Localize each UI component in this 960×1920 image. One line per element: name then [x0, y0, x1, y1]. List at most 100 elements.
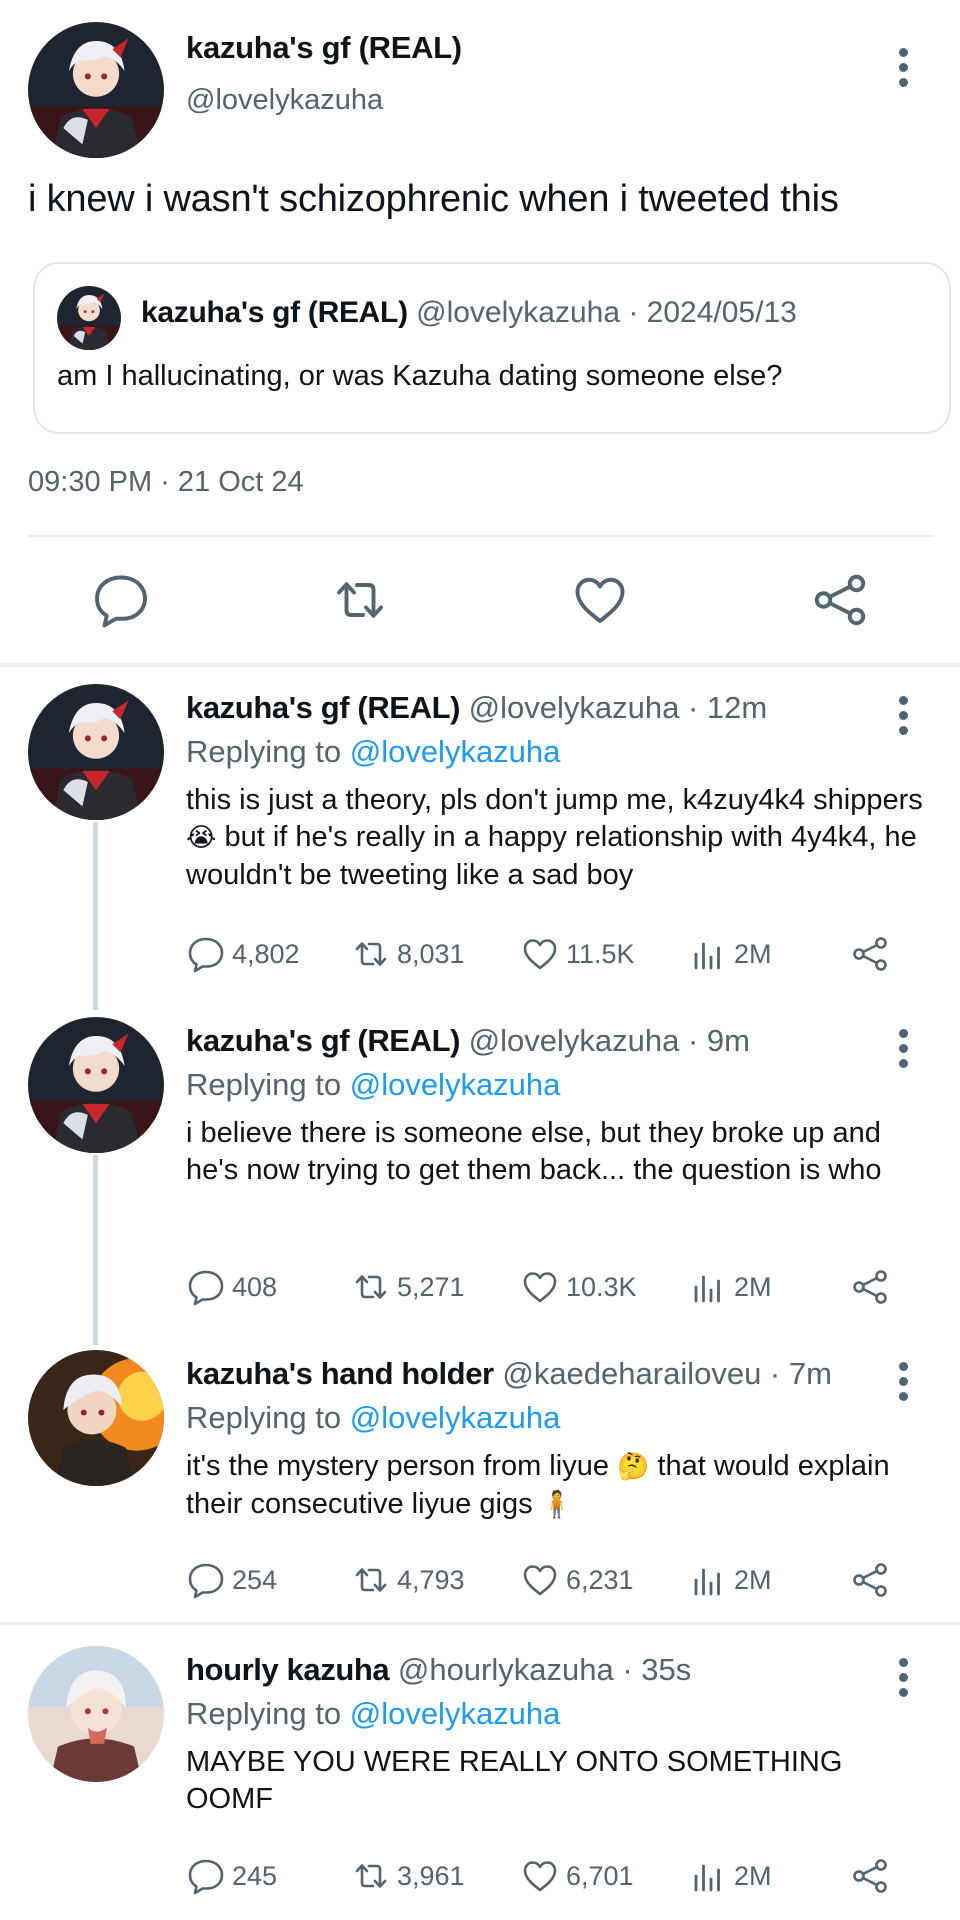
like-icon[interactable]: [570, 570, 630, 630]
reply-text: this is just a theory, pls don't jump me…: [186, 782, 926, 894]
more-options-icon[interactable]: [896, 1029, 910, 1068]
reply-count-button[interactable]: 245: [186, 1854, 277, 1898]
author-name[interactable]: kazuha's gf (REAL): [186, 30, 462, 66]
replying-to: Replying to @lovelykazuha: [186, 1696, 560, 1732]
replying-to: Replying to @lovelykazuha: [186, 1067, 560, 1103]
quoted-tweet[interactable]: kazuha's gf (REAL) @lovelykazuha · 2024/…: [33, 262, 951, 434]
views-icon: [688, 1856, 728, 1896]
retweet-count-button[interactable]: 8,031: [351, 932, 465, 976]
views-count-button[interactable]: 2M: [688, 1265, 772, 1309]
share-icon: [850, 1267, 890, 1307]
standing-person-emoji: 🧍: [540, 1490, 574, 1520]
avatar[interactable]: [28, 22, 164, 158]
avatar[interactable]: [28, 1017, 164, 1153]
reply-text: i believe there is someone else, but the…: [186, 1117, 882, 1186]
author-name[interactable]: kazuha's gf (REAL): [186, 690, 460, 725]
divider: [28, 535, 934, 537]
avatar[interactable]: [28, 1350, 164, 1486]
mention-link[interactable]: @lovelykazuha: [350, 734, 561, 769]
views-count-button[interactable]: 2M: [688, 1558, 772, 1602]
retweet-count-button[interactable]: 5,271: [351, 1265, 465, 1309]
reply-header: hourly kazuha @hourlykazuha · 35s: [186, 1652, 691, 1688]
avatar-image: [28, 22, 164, 158]
retweet-icon[interactable]: [330, 570, 390, 630]
retweet-icon: [351, 934, 391, 974]
reply-count-button[interactable]: 408: [186, 1265, 277, 1309]
reply-count-button[interactable]: 254: [186, 1558, 277, 1602]
reply-count: 245: [232, 1860, 278, 1891]
reply-text-part: it's the mystery person from liyue: [186, 1450, 609, 1482]
share-button[interactable]: [850, 1558, 890, 1602]
reply-header: kazuha's hand holder @kaedeharailoveu · …: [186, 1356, 832, 1392]
quoted-header: kazuha's gf (REAL) @lovelykazuha · 2024/…: [141, 296, 797, 330]
reply-tweet[interactable]: hourly kazuha @hourlykazuha · 35s Replyi…: [0, 1634, 960, 1920]
reply-icon: [186, 1267, 226, 1307]
more-options-icon[interactable]: [896, 1362, 910, 1401]
section-divider: [0, 663, 960, 667]
like-icon: [520, 1856, 560, 1896]
replying-prefix: Replying to: [186, 734, 350, 769]
reply-icon[interactable]: [91, 570, 151, 630]
crying-emoji: 😭: [186, 823, 217, 853]
avatar[interactable]: [28, 684, 164, 820]
reply-icon: [186, 934, 226, 974]
replying-prefix: Replying to: [186, 1067, 350, 1102]
reply-icon: [186, 1560, 226, 1600]
views-count: 2M: [734, 1860, 772, 1891]
author-name[interactable]: kazuha's gf (REAL): [186, 1023, 460, 1058]
tweet-timestamp[interactable]: 09:30 PM · 21 Oct 24: [28, 466, 304, 499]
author-name[interactable]: kazuha's hand holder: [186, 1356, 494, 1391]
share-icon[interactable]: [810, 570, 870, 630]
reply-header: kazuha's gf (REAL) @lovelykazuha · 12m: [186, 690, 767, 726]
like-count-button[interactable]: 6,231: [520, 1558, 634, 1602]
views-icon: [688, 1267, 728, 1307]
reply-tweet[interactable]: kazuha's hand holder @kaedeharailoveu · …: [0, 1338, 960, 1618]
reply-count-button[interactable]: 4,802: [186, 932, 300, 976]
avatar[interactable]: [28, 1646, 164, 1782]
views-count-button[interactable]: 2M: [688, 1854, 772, 1898]
like-count-button[interactable]: 11.5K: [520, 932, 635, 976]
more-options-icon[interactable]: [896, 1658, 910, 1697]
like-count-button[interactable]: 6,701: [520, 1854, 634, 1898]
like-icon: [520, 934, 560, 974]
main-tweet: kazuha's gf (REAL) @lovelykazuha i knew …: [0, 0, 960, 665]
retweet-count-button[interactable]: 3,961: [351, 1854, 465, 1898]
like-count: 6,701: [566, 1860, 634, 1891]
reply-text: it's the mystery person from liyue 🤔 tha…: [186, 1448, 926, 1524]
views-count-button[interactable]: 2M: [688, 932, 772, 976]
quoted-meta: @lovelykazuha · 2024/05/13: [416, 296, 797, 329]
retweet-count: 3,961: [397, 1860, 465, 1891]
share-button[interactable]: [850, 932, 890, 976]
retweet-count: 4,793: [397, 1564, 465, 1595]
retweet-count-button[interactable]: 4,793: [351, 1558, 465, 1602]
share-button[interactable]: [850, 1854, 890, 1898]
mention-link[interactable]: @lovelykazuha: [350, 1696, 561, 1731]
author-meta: @hourlykazuha · 35s: [397, 1652, 692, 1687]
author-name[interactable]: hourly kazuha: [186, 1652, 390, 1687]
share-icon: [850, 1560, 890, 1600]
like-icon: [520, 1560, 560, 1600]
reply-count: 408: [232, 1271, 278, 1302]
reply-tweet[interactable]: kazuha's gf (REAL) @lovelykazuha · 9m Re…: [0, 1005, 960, 1325]
share-button[interactable]: [850, 1265, 890, 1309]
more-options-icon[interactable]: [896, 696, 910, 735]
views-count: 2M: [734, 1271, 772, 1302]
author-meta: @lovelykazuha · 9m: [468, 1023, 750, 1058]
quoted-text: am I hallucinating, or was Kazuha dating…: [57, 360, 783, 392]
like-count-button[interactable]: 10.3K: [520, 1265, 637, 1309]
mention-link[interactable]: @lovelykazuha: [350, 1067, 561, 1102]
author-meta: @kaedeharailoveu · 7m: [502, 1356, 832, 1391]
views-icon: [688, 1560, 728, 1600]
replying-to: Replying to @lovelykazuha: [186, 734, 560, 770]
tweet-text: i knew i wasn't schizophrenic when i twe…: [28, 178, 839, 220]
author-handle[interactable]: @lovelykazuha: [186, 84, 383, 117]
like-count: 6,231: [566, 1564, 634, 1595]
stats-bar: 254 4,793 6,231 2M: [186, 1558, 926, 1602]
mention-link[interactable]: @lovelykazuha: [350, 1400, 561, 1435]
more-options-icon[interactable]: [896, 48, 910, 87]
reply-tweet[interactable]: kazuha's gf (REAL) @lovelykazuha · 12m R…: [0, 672, 960, 1002]
thinking-emoji: 🤔: [617, 1452, 650, 1482]
quoted-author-name: kazuha's gf (REAL): [141, 296, 408, 329]
reply-header: kazuha's gf (REAL) @lovelykazuha · 9m: [186, 1023, 750, 1059]
reply-text-part: but if he's really in a happy relationsh…: [186, 821, 917, 891]
